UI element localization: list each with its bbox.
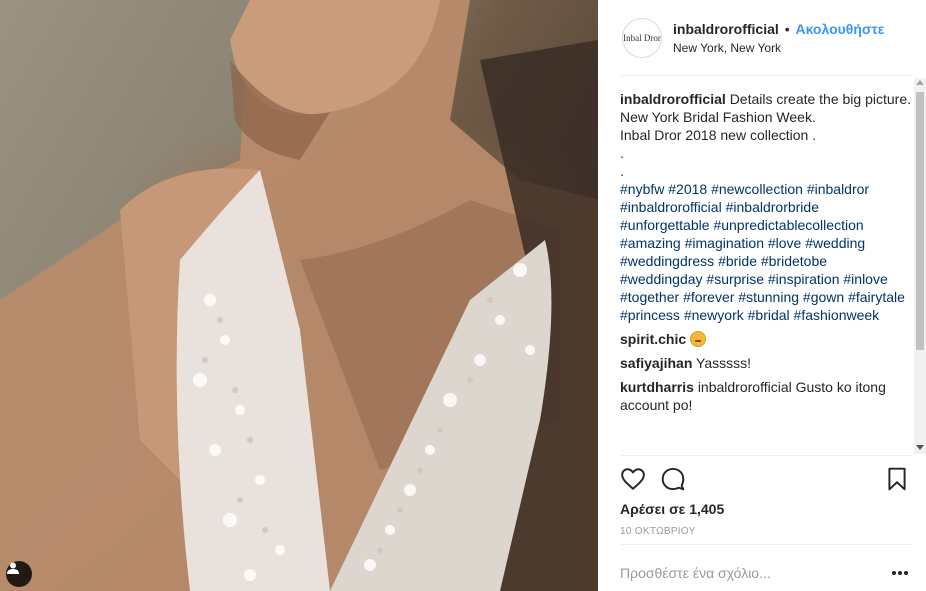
comment-text: Yasssss!: [696, 355, 751, 371]
add-comment-input[interactable]: [620, 555, 870, 591]
post-date[interactable]: 10 ΟΚΤΩΒΡΙΟΥ: [620, 526, 696, 537]
comment-item: kurtdharris inbaldrorofficial Gusto ko i…: [620, 378, 912, 414]
hashtag-link[interactable]: #gown: [803, 289, 844, 305]
hashtag-link[interactable]: #together: [620, 289, 679, 305]
hashtag-link[interactable]: #bride: [718, 253, 757, 269]
hashtag-link[interactable]: #inbaldror: [807, 181, 869, 197]
avatar-text: Inbal Dror: [623, 33, 661, 43]
hashtag-link[interactable]: #inbaldrorofficial: [620, 199, 722, 215]
add-comment-bar: [620, 555, 912, 591]
hashtags: #nybfw #2018 #newcollection #inbaldror #…: [620, 180, 912, 324]
hashtag-link[interactable]: #unforgettable: [620, 217, 710, 233]
post-actions: Αρέσει σε 1,405 10 ΟΚΤΩΒΡΙΟΥ: [620, 455, 912, 545]
hashtag-link[interactable]: #surprise: [706, 271, 764, 287]
header-user-line: inbaldrorofficial • Ακολουθήστε: [673, 21, 884, 37]
hashtag-link[interactable]: #wedding: [805, 235, 865, 251]
comments-scrollbar[interactable]: [914, 78, 926, 454]
hashtag-link[interactable]: #weddingdress: [620, 253, 714, 269]
hashtag-link[interactable]: #fashionweek: [794, 307, 880, 323]
caption-line: Details create the big picture.: [729, 91, 912, 107]
caption-line: Inbal Dror 2018 new collection .: [620, 127, 817, 143]
likes-count[interactable]: Αρέσει σε 1,405: [620, 501, 724, 517]
scroll-down-arrow-icon[interactable]: [916, 445, 924, 450]
hashtag-link[interactable]: #imagination: [685, 235, 764, 251]
post-photo[interactable]: [0, 0, 598, 591]
hashtag-link[interactable]: #2018: [668, 181, 707, 197]
hashtag-link[interactable]: #love: [768, 235, 801, 251]
bookmark-icon[interactable]: [884, 466, 910, 492]
follow-button[interactable]: Ακολουθήστε: [795, 21, 884, 37]
hashtag-link[interactable]: #nybfw: [620, 181, 664, 197]
location-link[interactable]: New York, New York: [673, 41, 781, 55]
hashtag-link[interactable]: #weddingday: [620, 271, 703, 287]
hashtag-link[interactable]: #inspiration: [768, 271, 840, 287]
hashtag-link[interactable]: #bridal: [748, 307, 790, 323]
hashtag-link[interactable]: #fairytale: [848, 289, 905, 305]
hashtag-link[interactable]: #stunning: [738, 289, 799, 305]
caption: inbaldrorofficial Details create the big…: [620, 90, 912, 324]
caption-username[interactable]: inbaldrorofficial: [620, 91, 726, 107]
hashtag-link[interactable]: #princess: [620, 307, 680, 323]
hashtag-link[interactable]: #newcollection: [711, 181, 803, 197]
scroll-up-arrow-icon[interactable]: [916, 80, 924, 85]
hashtag-link[interactable]: #unpredictablecollection: [713, 217, 863, 233]
avatar[interactable]: Inbal Dror: [622, 18, 662, 58]
hashtag-link[interactable]: #inlove: [843, 271, 887, 287]
comment-username[interactable]: kurtdharris: [620, 379, 694, 395]
hashtag-link[interactable]: #forever: [683, 289, 734, 305]
smiling-face-emoji-icon: [690, 331, 707, 347]
separator-dot: •: [784, 21, 790, 37]
hashtag-link[interactable]: #newyork: [684, 307, 744, 323]
comment-bubble-icon[interactable]: [660, 466, 686, 492]
caption-line: .: [620, 145, 624, 161]
caption-line: New York Bridal Fashion Week.: [620, 109, 816, 125]
comment-item: spirit.chic: [620, 330, 912, 348]
caption-line: .: [620, 163, 624, 179]
scrollbar-thumb[interactable]: [916, 92, 924, 350]
photo-illustration: [0, 0, 598, 591]
hashtag-link[interactable]: #inbaldrorbride: [726, 199, 819, 215]
comment-item: safiyajihan Yasssss!: [620, 354, 912, 372]
post-header: Inbal Dror inbaldrorofficial • Ακολουθήσ…: [620, 16, 912, 76]
comments-list[interactable]: inbaldrorofficial Details create the big…: [620, 80, 912, 452]
comment-username[interactable]: safiyajihan: [620, 355, 692, 371]
hashtag-link[interactable]: #bridetobe: [761, 253, 827, 269]
header-username[interactable]: inbaldrorofficial: [673, 21, 779, 37]
heart-icon[interactable]: [620, 466, 646, 492]
user-tag-icon[interactable]: [6, 561, 32, 587]
comment-username[interactable]: spirit.chic: [620, 331, 686, 347]
more-options-icon[interactable]: [892, 566, 908, 580]
hashtag-link[interactable]: #amazing: [620, 235, 681, 251]
post-side-panel: Inbal Dror inbaldrorofficial • Ακολουθήσ…: [598, 0, 926, 591]
